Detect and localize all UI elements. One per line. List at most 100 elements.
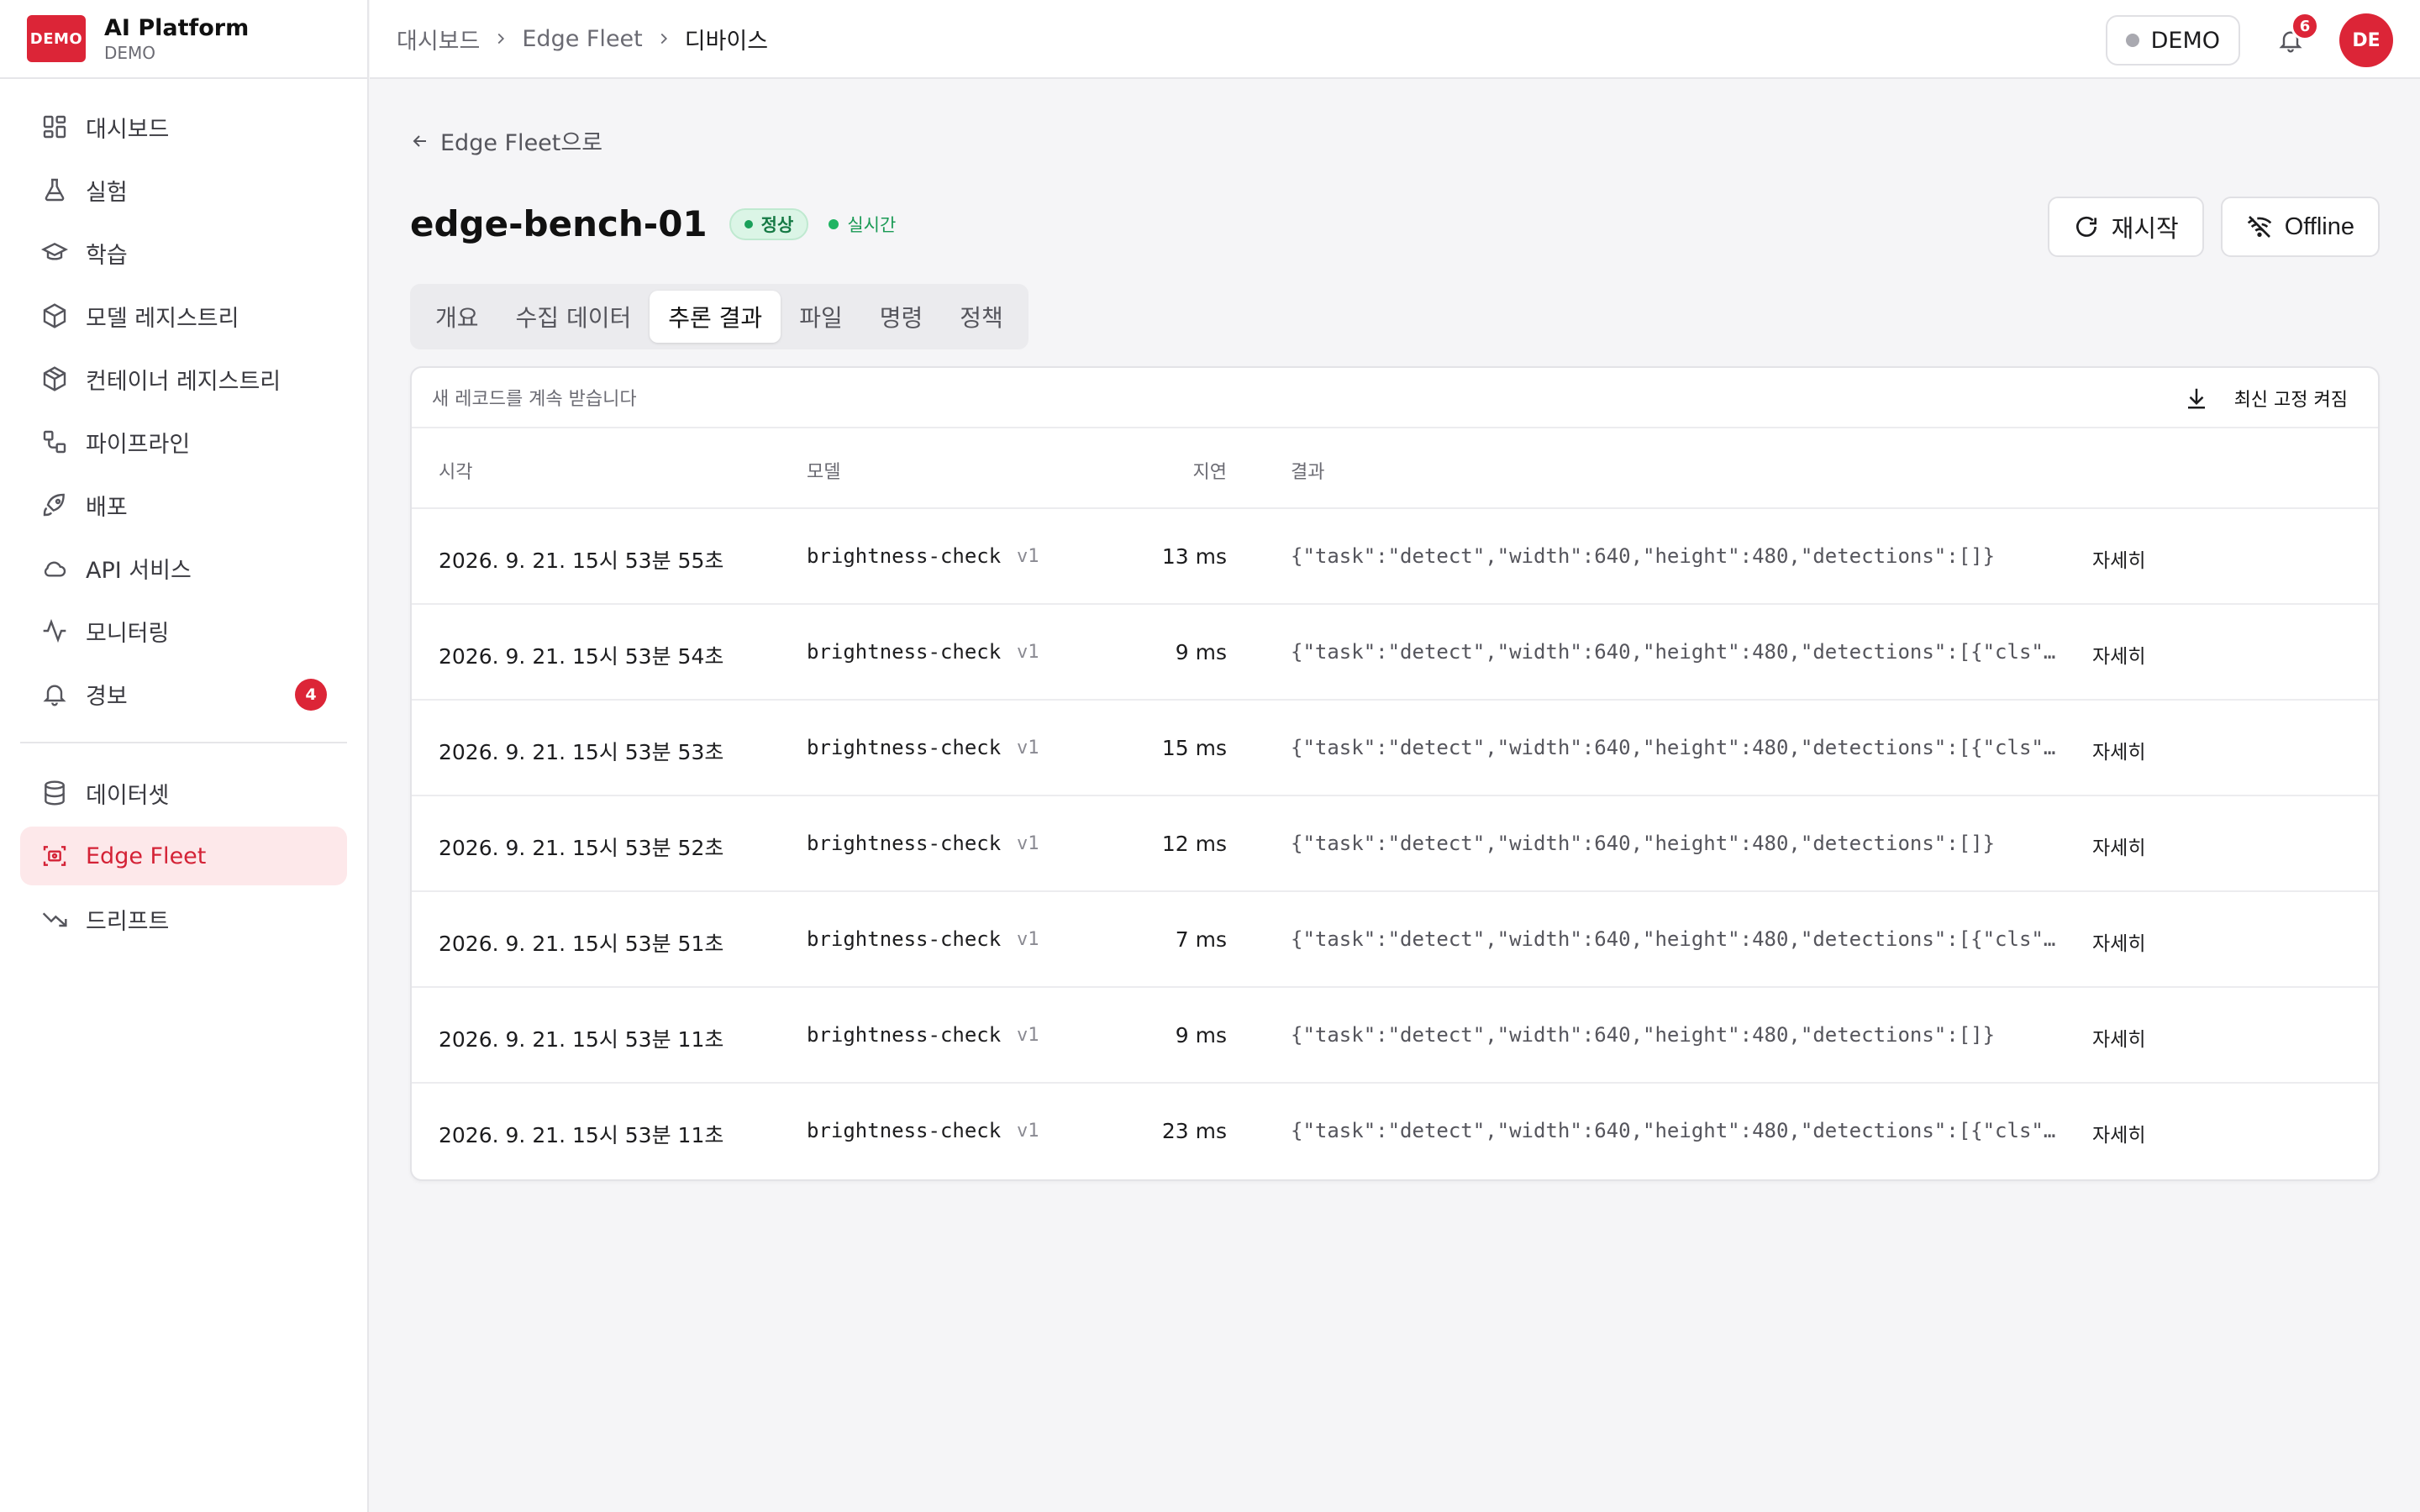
column-header-model[interactable]: 모델	[807, 457, 840, 484]
pin-latest-label: 최신 고정 켜짐	[2233, 390, 2348, 411]
environment-switcher[interactable]: DEMO	[2105, 15, 2240, 66]
notifications-button[interactable]: 6	[2265, 12, 2319, 66]
sidebar-item-model-registry[interactable]: 모델 레지스트리	[20, 286, 347, 345]
column-header-latency[interactable]: 지연	[1134, 457, 1227, 484]
activity-icon	[40, 617, 69, 645]
sidebar-item-training[interactable]: 학습	[20, 223, 347, 282]
detail-link[interactable]: 자세히	[2092, 832, 2145, 860]
table-body: 2026. 9. 21. 15시 53분 55초 brightness-chec…	[412, 509, 2378, 1179]
cell-model: brightness-check	[807, 927, 1002, 951]
title-row: edge-bench-01 정상 실시간	[410, 203, 896, 244]
table-row[interactable]: 2026. 9. 21. 15시 53분 53초 brightness-chec…	[412, 701, 2378, 796]
sidebar-item-label: API 서비스	[86, 557, 192, 584]
cube-icon	[40, 302, 69, 330]
back-link[interactable]: Edge Fleet으로	[410, 124, 602, 157]
sidebar: DEMO AI Platform DEMO 대시보드 실험 학습 모델 레지스트…	[0, 0, 369, 1512]
bell-icon	[40, 680, 69, 708]
cell-result: {"task":"detect","width":640,"height":48…	[1291, 1023, 1996, 1047]
column-header-result[interactable]: 결과	[1291, 457, 1324, 484]
tab-collected-data[interactable]: 수집 데이터	[497, 291, 650, 343]
cell-result: {"task":"detect","width":640,"height":48…	[1291, 1119, 2064, 1142]
sidebar-item-deploy[interactable]: 배포	[20, 475, 347, 534]
box-icon	[40, 365, 69, 393]
cell-model: brightness-check	[807, 640, 1002, 664]
brand[interactable]: DEMO AI Platform DEMO	[0, 0, 367, 79]
cell-model: brightness-check	[807, 1119, 1002, 1142]
restart-label: 재시작	[2111, 216, 2179, 243]
tab-files[interactable]: 파일	[781, 291, 861, 343]
tab-overview[interactable]: 개요	[417, 291, 497, 343]
avatar[interactable]: DE	[2339, 13, 2393, 67]
sidebar-item-dashboard[interactable]: 대시보드	[20, 97, 347, 156]
edge-device-icon	[40, 842, 69, 870]
table-row[interactable]: 2026. 9. 21. 15시 53분 11초 brightness-chec…	[412, 1084, 2378, 1179]
sidebar-item-drift[interactable]: 드리프트	[20, 890, 347, 948]
offline-button[interactable]: Offline	[2220, 197, 2380, 257]
cell-model: brightness-check	[807, 1023, 1002, 1047]
table-row[interactable]: 2026. 9. 21. 15시 53분 54초 brightness-chec…	[412, 605, 2378, 701]
cell-model: brightness-check	[807, 544, 1002, 568]
brand-logo: DEMO	[27, 15, 86, 62]
sidebar-item-api-service[interactable]: API 서비스	[20, 538, 347, 597]
tab-policies[interactable]: 정책	[941, 291, 1022, 343]
sidebar-item-label: 컨테이너 레지스트리	[86, 368, 281, 395]
table-row[interactable]: 2026. 9. 21. 15시 53분 11초 brightness-chec…	[412, 988, 2378, 1084]
status-dot	[744, 219, 753, 228]
results-card-header: 새 레코드를 계속 받습니다 최신 고정 켜짐	[412, 368, 2378, 428]
cell-latency: 9 ms	[1175, 1023, 1227, 1047]
sidebar-item-label: 배포	[86, 494, 128, 521]
cell-model-version: v1	[1017, 1025, 1039, 1046]
column-header-time[interactable]: 시각	[439, 457, 472, 484]
table-header: 시각 모델 지연 결과	[412, 428, 2378, 509]
detail-link[interactable]: 자세히	[2092, 927, 2145, 956]
cell-time: 2026. 9. 21. 15시 53분 11초	[439, 1027, 724, 1052]
brand-subtitle: DEMO	[104, 43, 156, 63]
cell-model-version: v1	[1017, 929, 1039, 950]
cell-model-version: v1	[1017, 833, 1039, 854]
brand-text: AI Platform DEMO	[104, 14, 249, 63]
detail-link[interactable]: 자세히	[2092, 736, 2145, 764]
cell-result: {"task":"detect","width":640,"height":48…	[1291, 832, 1996, 855]
tab-commands[interactable]: 명령	[861, 291, 942, 343]
sidebar-item-monitoring[interactable]: 모니터링	[20, 601, 347, 660]
brand-name: AI Platform	[104, 15, 250, 41]
rocket-icon	[40, 491, 69, 519]
chevron-right-icon	[655, 29, 673, 48]
detail-link[interactable]: 자세히	[2092, 544, 2145, 573]
sidebar-item-edge-fleet[interactable]: Edge Fleet	[20, 827, 347, 885]
cell-model-version: v1	[1017, 642, 1039, 663]
cell-time: 2026. 9. 21. 15시 53분 52초	[439, 836, 724, 860]
device-actions: 재시작 Offline	[2031, 197, 2380, 257]
live-label: 실시간	[847, 214, 897, 235]
main-content: Edge Fleet으로 edge-bench-01 정상 실시간 재시작 Of…	[370, 81, 2420, 1512]
detail-link[interactable]: 자세히	[2092, 1119, 2145, 1147]
sidebar-divider	[20, 742, 347, 743]
sidebar-item-alerts[interactable]: 경보 4	[20, 664, 347, 723]
cell-result: {"task":"detect","width":640,"height":48…	[1291, 736, 2064, 759]
detail-link[interactable]: 자세히	[2092, 1023, 2145, 1052]
detail-link[interactable]: 자세히	[2092, 640, 2145, 669]
cell-latency: 23 ms	[1161, 1119, 1227, 1143]
cell-model-version: v1	[1017, 738, 1039, 759]
sidebar-item-label: Edge Fleet	[86, 843, 207, 869]
sidebar-item-datasets[interactable]: 데이터셋	[20, 764, 347, 822]
cell-model: brightness-check	[807, 736, 1002, 759]
restart-button[interactable]: 재시작	[2047, 197, 2204, 257]
cell-model-version: v1	[1017, 546, 1039, 567]
sidebar-item-pipeline[interactable]: 파이프라인	[20, 412, 347, 471]
table-row[interactable]: 2026. 9. 21. 15시 53분 55초 brightness-chec…	[412, 509, 2378, 605]
live-indicator: 실시간	[829, 212, 896, 237]
sidebar-item-label: 경보	[86, 683, 128, 710]
pin-latest-toggle[interactable]: 최신 고정 켜짐	[2184, 381, 2348, 415]
table-row[interactable]: 2026. 9. 21. 15시 53분 52초 brightness-chec…	[412, 796, 2378, 892]
sidebar-nav: 대시보드 실험 학습 모델 레지스트리 컨테이너 레지스트리 파이프라인 배포	[0, 79, 367, 948]
sidebar-item-experiments[interactable]: 실험	[20, 160, 347, 219]
cell-time: 2026. 9. 21. 15시 53분 53초	[439, 740, 724, 764]
sidebar-item-container-registry[interactable]: 컨테이너 레지스트리	[20, 349, 347, 408]
tab-inference-results[interactable]: 추론 결과	[650, 291, 781, 343]
breadcrumb-dashboard[interactable]: 대시보드	[397, 23, 480, 55]
breadcrumb-edge-fleet[interactable]: Edge Fleet	[522, 26, 642, 52]
cell-latency: 12 ms	[1161, 832, 1227, 856]
database-icon	[40, 779, 69, 807]
table-row[interactable]: 2026. 9. 21. 15시 53분 51초 brightness-chec…	[412, 892, 2378, 988]
